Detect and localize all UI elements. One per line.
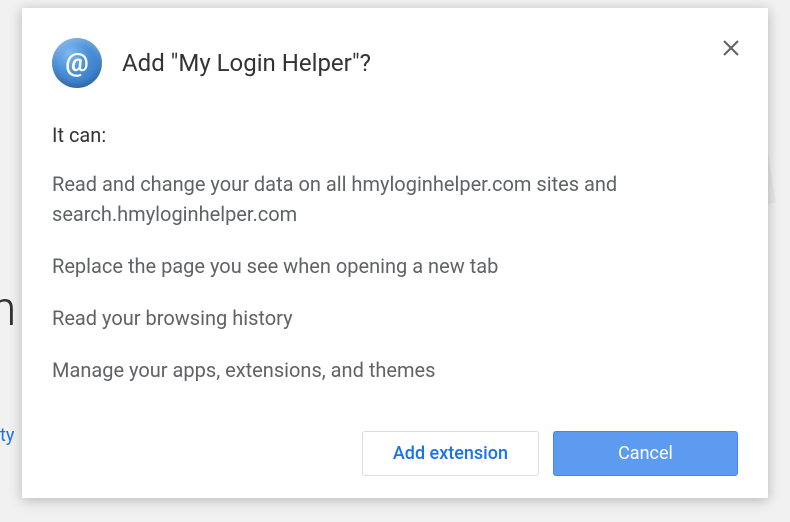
cancel-button[interactable]: Cancel xyxy=(553,431,738,476)
permission-item: Read and change your data on all hmylogi… xyxy=(52,169,738,229)
extension-install-dialog: @ Add "My Login Helper"? It can: Read an… xyxy=(22,8,768,498)
dialog-footer: Add extension Cancel xyxy=(362,431,738,476)
close-icon xyxy=(722,39,740,57)
add-extension-button[interactable]: Add extension xyxy=(362,431,539,476)
dialog-header: @ Add "My Login Helper"? xyxy=(22,8,768,98)
permissions-heading: It can: xyxy=(52,123,738,147)
extension-icon: @ xyxy=(52,38,102,88)
permission-item: Read your browsing history xyxy=(52,303,738,333)
background-partial-link: ty xyxy=(0,425,14,446)
permission-item: Manage your apps, extensions, and themes xyxy=(52,355,738,385)
background-partial-text: n xyxy=(0,280,16,337)
dialog-title: Add "My Login Helper"? xyxy=(122,49,371,77)
dialog-body: It can: Read and change your data on all… xyxy=(22,98,768,385)
close-button[interactable] xyxy=(719,36,743,60)
permission-item: Replace the page you see when opening a … xyxy=(52,251,738,281)
